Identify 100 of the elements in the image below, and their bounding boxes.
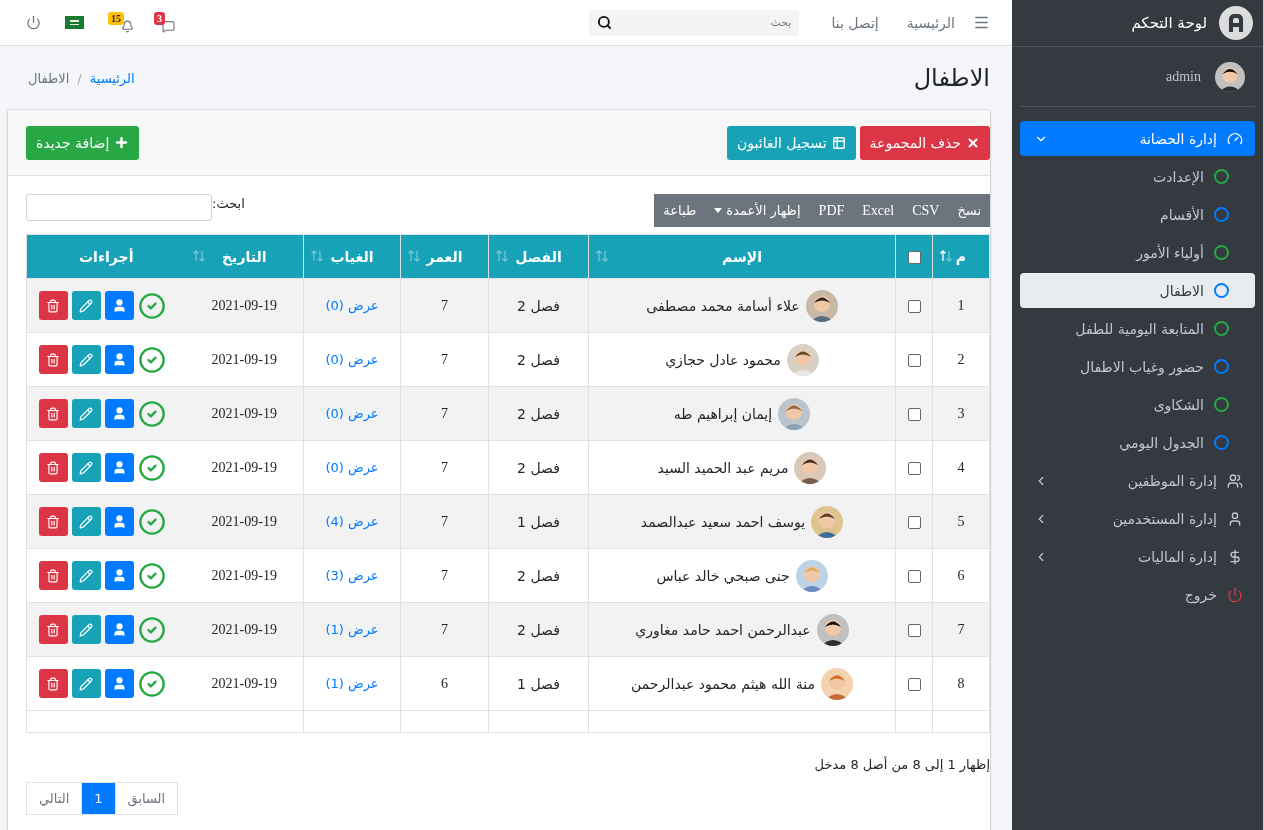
table-cell: 7 (400, 332, 489, 387)
edit-button[interactable] (71, 399, 101, 428)
sidebar-subitem[interactable]: الأقسام (1020, 197, 1255, 232)
check-circle-icon[interactable] (137, 291, 166, 320)
sidebar-item[interactable]: إدارة الحضانة (1020, 121, 1255, 156)
table-cell: فصل 2 (488, 602, 589, 657)
gauge-icon (1227, 130, 1243, 147)
sidebar-subitem[interactable]: الشكاوى (1020, 387, 1255, 422)
sidebar-subitem[interactable]: أولياء الأمور (1020, 235, 1255, 270)
delete-button[interactable] (38, 561, 68, 590)
absence-link[interactable]: عرض (0) (325, 460, 379, 475)
delete-button[interactable] (38, 345, 68, 374)
search-icon (597, 15, 613, 30)
sidebar-item[interactable]: خروج (1020, 577, 1255, 612)
check-circle-icon[interactable] (137, 561, 166, 590)
delete-button[interactable] (38, 291, 68, 320)
user-icon (111, 298, 127, 313)
check-circle-icon[interactable] (137, 399, 166, 428)
row-checkbox[interactable] (907, 570, 921, 583)
flag-icon[interactable] (65, 16, 84, 29)
absence-link[interactable]: عرض (1) (325, 676, 379, 691)
power-icon (1227, 586, 1243, 603)
profile-button[interactable] (104, 561, 134, 590)
column-header: التاريخ (185, 234, 304, 279)
row-checkbox[interactable] (907, 624, 921, 637)
table-cell: 7 (400, 386, 489, 441)
profile-button[interactable] (104, 453, 134, 482)
check-circle-icon[interactable] (137, 345, 166, 374)
nav-link[interactable]: إتصل بنا (821, 14, 889, 31)
register-absent-button[interactable]: تسجيل الغائبون (727, 125, 856, 160)
edit-button[interactable] (71, 345, 101, 374)
menu-icon[interactable] (973, 14, 990, 31)
absence-link[interactable]: عرض (0) (325, 406, 379, 421)
pencil-icon (79, 460, 93, 475)
sidebar-subitem[interactable]: حضور وغياب الاطفال (1020, 349, 1255, 384)
delete-button[interactable] (38, 507, 68, 536)
row-checkbox[interactable] (907, 678, 921, 691)
sidebar-subitem[interactable]: المتابعة اليومية للطفل (1020, 311, 1255, 346)
check-circle-icon[interactable] (137, 669, 166, 698)
edit-button[interactable] (71, 507, 101, 536)
search-button[interactable] (589, 9, 621, 36)
profile-button[interactable] (104, 291, 134, 320)
table-cell: 2021-09-19 (185, 278, 304, 333)
delete-button[interactable] (38, 399, 68, 428)
absence-link[interactable]: عرض (4) (325, 514, 379, 529)
sidebar-subitem[interactable]: الجدول اليومي (1020, 425, 1255, 460)
row-checkbox[interactable] (907, 516, 921, 529)
absence-link[interactable]: عرض (0) (325, 298, 379, 313)
sidebar-item[interactable]: إدارة الماليات (1020, 539, 1255, 574)
edit-button[interactable] (71, 291, 101, 320)
page-button[interactable]: السابق (114, 782, 179, 815)
absence-link[interactable]: عرض (3) (325, 568, 379, 583)
count-badge: 3 (154, 12, 165, 25)
sidebar-subitem[interactable]: الاطفال (1020, 273, 1255, 308)
page-button[interactable]: التالي (26, 782, 83, 815)
row-checkbox[interactable] (907, 300, 921, 313)
check-circle-icon[interactable] (137, 453, 166, 482)
breadcrumb-link[interactable]: الرئيسية (89, 70, 135, 86)
add-new-button[interactable]: إضافة جديدة (26, 125, 140, 160)
sidebar-item[interactable]: إدارة الموظفين (1020, 463, 1255, 498)
profile-button[interactable] (104, 669, 134, 698)
sidebar-item[interactable]: إدارة المستخدمين (1020, 501, 1255, 536)
delete-button[interactable] (38, 453, 68, 482)
trash-icon (46, 622, 60, 637)
child-name: مريم عبد الحميد السيد (657, 459, 789, 476)
edit-button[interactable] (71, 561, 101, 590)
page-button[interactable]: 1 (81, 782, 116, 815)
bell-button[interactable]: 15 (102, 12, 140, 33)
search-field[interactable]: بحث (620, 9, 800, 36)
sort-icon (407, 249, 421, 263)
absence-link[interactable]: عرض (1) (325, 622, 379, 637)
delete-button[interactable] (38, 615, 68, 644)
table-cell: فصل 2 (488, 548, 589, 603)
chat-button[interactable]: 3 (148, 12, 181, 33)
edit-button[interactable] (71, 669, 101, 698)
profile-button[interactable] (104, 345, 134, 374)
nav-link[interactable]: الرئيسية (896, 14, 965, 31)
profile-button[interactable] (104, 507, 134, 536)
delete-button[interactable] (38, 669, 68, 698)
user-icon (111, 406, 127, 421)
row-checkbox[interactable] (907, 462, 921, 475)
row-checkbox[interactable] (907, 354, 921, 367)
check-circle-icon[interactable] (137, 507, 166, 536)
profile-button[interactable] (104, 615, 134, 644)
current-page-label: الاطفال (28, 70, 70, 86)
table-cell: 7 (400, 440, 489, 495)
absence-link[interactable]: عرض (0) (325, 352, 379, 367)
select-all-checkbox[interactable] (907, 251, 921, 264)
delete-group-button[interactable]: حذف المجموعة (859, 125, 990, 160)
table-search-field[interactable] (26, 194, 212, 221)
sidebar-subitem[interactable]: الإعدادت (1020, 159, 1255, 194)
trash-icon (46, 676, 60, 691)
table-cell: 4 (932, 440, 990, 495)
trash-icon (46, 352, 60, 367)
row-checkbox[interactable] (907, 408, 921, 421)
check-circle-icon[interactable] (137, 615, 166, 644)
sort-icon (939, 249, 953, 263)
profile-button[interactable] (104, 399, 134, 428)
edit-button[interactable] (71, 615, 101, 644)
edit-button[interactable] (71, 453, 101, 482)
